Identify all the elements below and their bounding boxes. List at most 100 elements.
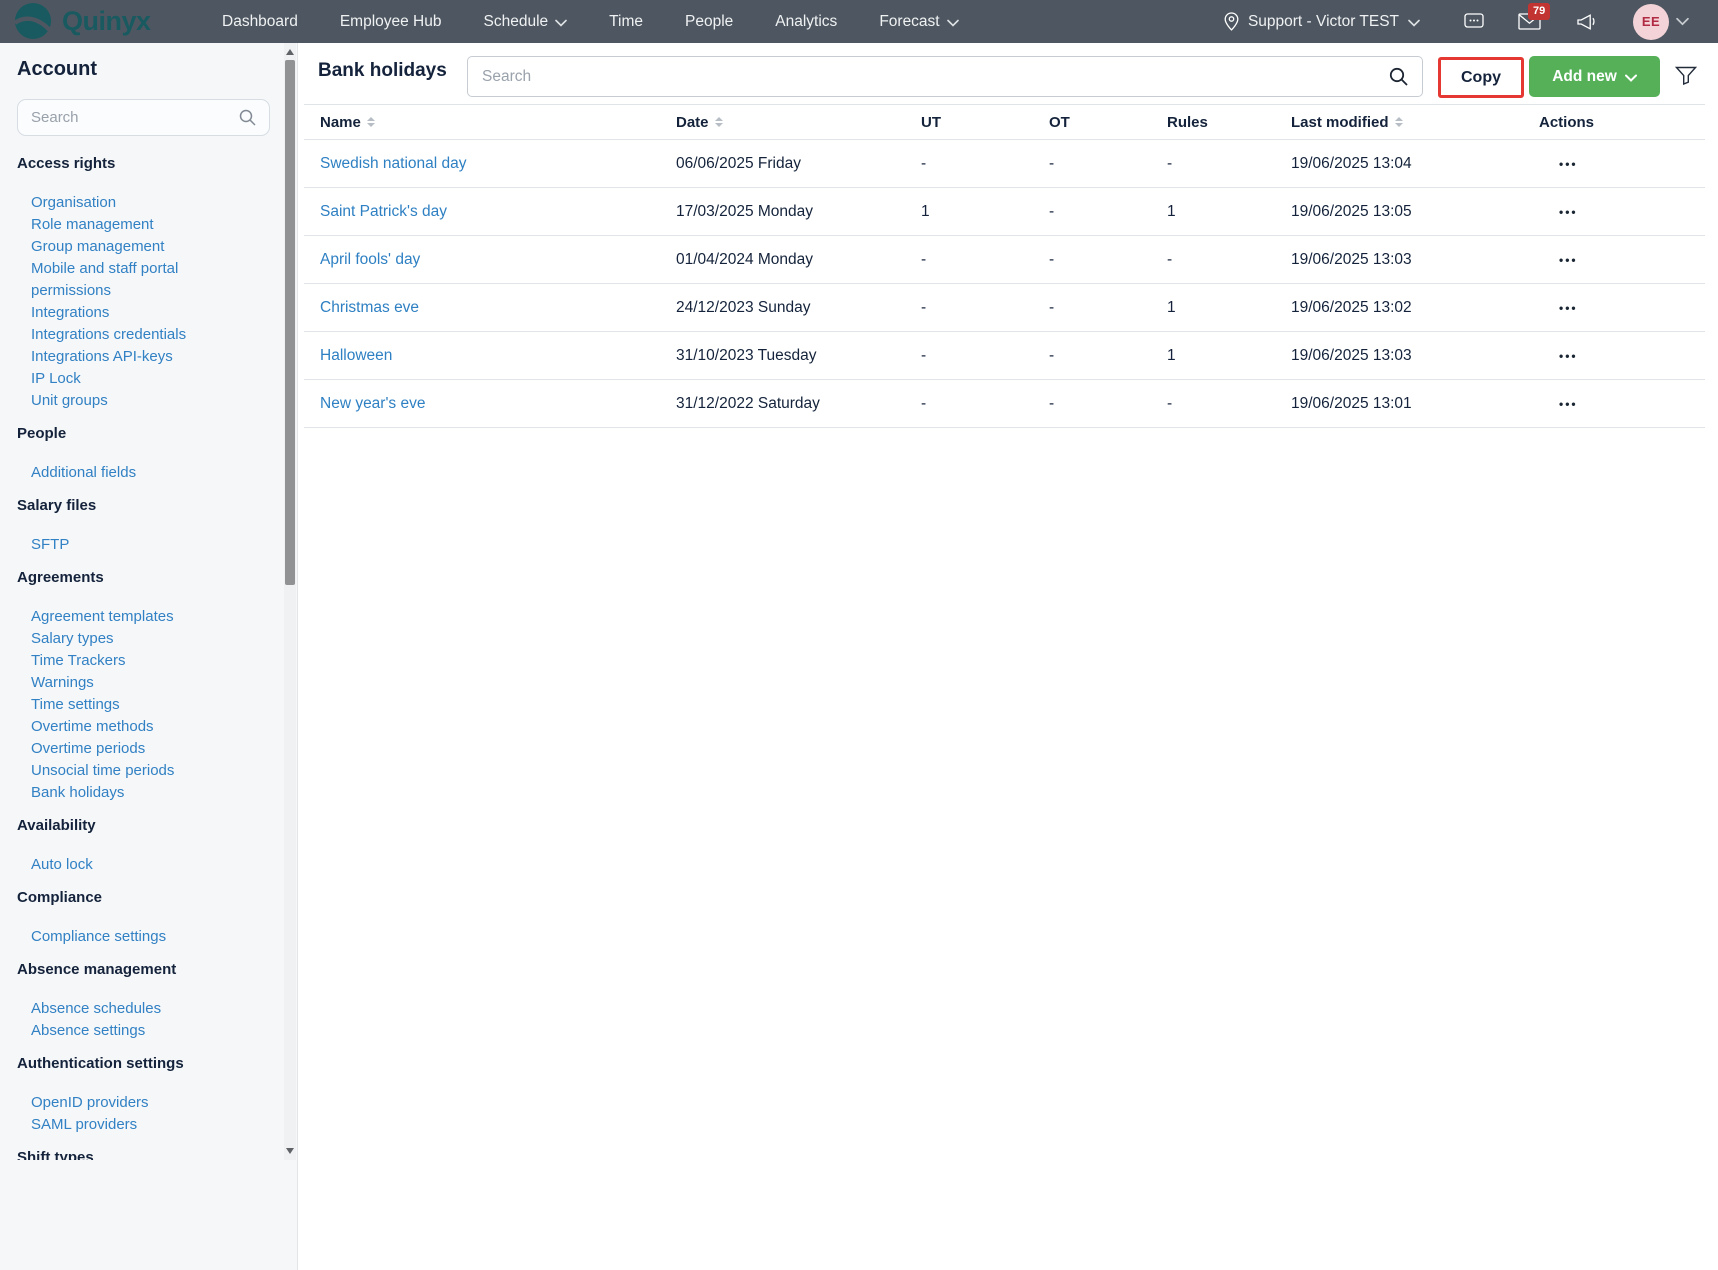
sidebar-item-group-management[interactable]: Group management bbox=[31, 236, 256, 258]
sidebar-item-openid-providers[interactable]: OpenID providers bbox=[31, 1092, 256, 1114]
sidebar-item-unit-groups[interactable]: Unit groups bbox=[31, 390, 256, 412]
holiday-name-link[interactable]: Swedish national day bbox=[304, 140, 660, 188]
chevron-down-icon bbox=[1625, 74, 1637, 82]
sidebar-section-availability: Availability bbox=[17, 817, 284, 835]
row-actions-menu-icon[interactable]: ••• bbox=[1539, 349, 1578, 363]
announcements-icon[interactable] bbox=[1576, 12, 1597, 31]
sidebar-item-bank-holidays[interactable]: Bank holidays bbox=[31, 782, 256, 804]
sidebar-item-role-management[interactable]: Role management bbox=[31, 214, 256, 236]
sidebar-item-integrations-credentials[interactable]: Integrations credentials bbox=[31, 324, 256, 346]
column-header-actions: Actions bbox=[1523, 105, 1705, 140]
sort-icon[interactable] bbox=[367, 117, 375, 127]
sort-icon[interactable] bbox=[715, 117, 723, 127]
sidebar-section-links: Auto lock bbox=[17, 854, 284, 876]
group-selector[interactable]: Support - Victor TEST bbox=[1224, 12, 1420, 31]
scroll-down-arrow-icon[interactable] bbox=[286, 1148, 294, 1154]
table-row: Saint Patrick's day17/03/2025 Monday1-11… bbox=[304, 188, 1705, 236]
row-actions-menu-icon[interactable]: ••• bbox=[1539, 301, 1578, 315]
sidebar-section-links: Additional fields bbox=[17, 462, 284, 484]
notifications-icon[interactable]: 79 bbox=[1518, 13, 1541, 30]
table-search bbox=[467, 56, 1423, 97]
sidebar-item-auto-lock[interactable]: Auto lock bbox=[31, 854, 256, 876]
nav-item-analytics[interactable]: Analytics bbox=[775, 13, 837, 31]
sidebar-search bbox=[17, 99, 270, 136]
sidebar-scrollbar[interactable] bbox=[284, 43, 296, 1160]
column-header-name[interactable]: Name bbox=[304, 105, 660, 140]
table-search-input[interactable] bbox=[482, 68, 1381, 86]
table-row: Halloween31/10/2023 Tuesday--119/06/2025… bbox=[304, 332, 1705, 380]
row-actions-menu-icon[interactable]: ••• bbox=[1539, 205, 1578, 219]
sidebar-item-saml-providers[interactable]: SAML providers bbox=[31, 1114, 256, 1136]
table-row: New year's eve31/12/2022 Saturday---19/0… bbox=[304, 380, 1705, 428]
sidebar-item-salary-types[interactable]: Salary types bbox=[31, 628, 256, 650]
sidebar-item-agreement-templates[interactable]: Agreement templates bbox=[31, 606, 256, 628]
cell-last-modified: 19/06/2025 13:04 bbox=[1275, 140, 1523, 188]
sidebar-search-input[interactable] bbox=[31, 109, 239, 126]
table-row: Christmas eve24/12/2023 Sunday--119/06/2… bbox=[304, 284, 1705, 332]
sidebar-item-mobile-and-staff-portal-permissions[interactable]: Mobile and staff portal permissions bbox=[31, 258, 256, 302]
nav-item-time[interactable]: Time bbox=[609, 13, 643, 31]
cell-ut: - bbox=[905, 332, 1033, 380]
user-menu-chevron-icon[interactable] bbox=[1676, 17, 1689, 26]
column-label: UT bbox=[921, 114, 941, 131]
search-icon bbox=[239, 109, 256, 126]
sidebar-scroll-area: Account Access rightsOrganisationRole ma… bbox=[0, 43, 284, 1160]
column-header-content: OT bbox=[1049, 114, 1151, 131]
sidebar-item-compliance-settings[interactable]: Compliance settings bbox=[31, 926, 256, 948]
sort-icon[interactable] bbox=[1395, 117, 1403, 127]
nav-item-people[interactable]: People bbox=[685, 13, 733, 31]
quinyx-logo[interactable]: Quinyx bbox=[14, 2, 151, 40]
sidebar-item-time-trackers[interactable]: Time Trackers bbox=[31, 650, 256, 672]
cell-date: 06/06/2025 Friday bbox=[660, 140, 905, 188]
sidebar-item-absence-settings[interactable]: Absence settings bbox=[31, 1020, 256, 1042]
copy-button[interactable]: Copy bbox=[1438, 57, 1524, 98]
filter-icon[interactable] bbox=[1675, 66, 1697, 85]
sidebar-item-time-settings[interactable]: Time settings bbox=[31, 694, 256, 716]
column-header-content: Last modified bbox=[1291, 114, 1523, 131]
holiday-name-link[interactable]: Christmas eve bbox=[304, 284, 660, 332]
holiday-name-link[interactable]: April fools' day bbox=[304, 236, 660, 284]
sidebar-item-integrations[interactable]: Integrations bbox=[31, 302, 256, 324]
scrollbar-thumb[interactable] bbox=[285, 60, 295, 585]
sidebar-item-overtime-methods[interactable]: Overtime methods bbox=[31, 716, 256, 738]
search-icon[interactable] bbox=[1389, 67, 1408, 86]
column-header-last-modified[interactable]: Last modified bbox=[1275, 105, 1523, 140]
row-actions-menu-icon[interactable]: ••• bbox=[1539, 157, 1578, 171]
holiday-name-link[interactable]: New year's eve bbox=[304, 380, 660, 428]
cell-ot: - bbox=[1033, 380, 1151, 428]
cell-date: 01/04/2024 Monday bbox=[660, 236, 905, 284]
scroll-up-arrow-icon[interactable] bbox=[286, 49, 294, 55]
bank-holidays-table: NameDateUTOTRulesLast modifiedActions Sw… bbox=[304, 104, 1705, 428]
row-actions-menu-icon[interactable]: ••• bbox=[1539, 397, 1578, 411]
holiday-name-link[interactable]: Halloween bbox=[304, 332, 660, 380]
sidebar-item-absence-schedules[interactable]: Absence schedules bbox=[31, 998, 256, 1020]
user-avatar[interactable]: EE bbox=[1633, 4, 1669, 40]
table-header-row: NameDateUTOTRulesLast modifiedActions bbox=[304, 105, 1705, 140]
nav-item-schedule[interactable]: Schedule bbox=[484, 13, 568, 31]
cell-rules: 1 bbox=[1151, 188, 1275, 236]
sidebar-item-sftp[interactable]: SFTP bbox=[31, 534, 256, 556]
add-new-button[interactable]: Add new bbox=[1529, 56, 1660, 97]
column-header-date[interactable]: Date bbox=[660, 105, 905, 140]
top-navbar: Quinyx Dashboard Employee Hub Schedule Time… bbox=[0, 0, 1718, 43]
sidebar-item-integrations-api-keys[interactable]: Integrations API-keys bbox=[31, 346, 256, 368]
cell-ut: 1 bbox=[905, 188, 1033, 236]
sidebar-item-overtime-periods[interactable]: Overtime periods bbox=[31, 738, 256, 760]
nav-item-employee-hub[interactable]: Employee Hub bbox=[340, 13, 442, 31]
nav-item-forecast[interactable]: Forecast bbox=[879, 13, 958, 31]
sidebar-item-ip-lock[interactable]: IP Lock bbox=[31, 368, 256, 390]
nav-item-dashboard[interactable]: Dashboard bbox=[222, 13, 298, 31]
cell-ut: - bbox=[905, 284, 1033, 332]
holiday-name-link[interactable]: Saint Patrick's day bbox=[304, 188, 660, 236]
sidebar-item-unsocial-time-periods[interactable]: Unsocial time periods bbox=[31, 760, 256, 782]
row-actions-menu-icon[interactable]: ••• bbox=[1539, 253, 1578, 267]
chat-icon[interactable] bbox=[1464, 13, 1484, 30]
cell-ut: - bbox=[905, 380, 1033, 428]
sidebar-item-additional-fields[interactable]: Additional fields bbox=[31, 462, 256, 484]
sidebar-section-compliance: Compliance bbox=[17, 889, 284, 907]
nav-item-label: Schedule bbox=[484, 13, 549, 31]
sidebar-item-warnings[interactable]: Warnings bbox=[31, 672, 256, 694]
chevron-down-icon bbox=[1408, 19, 1420, 27]
sidebar-item-organisation[interactable]: Organisation bbox=[31, 192, 256, 214]
sidebar-section-links: SFTP bbox=[17, 534, 284, 556]
